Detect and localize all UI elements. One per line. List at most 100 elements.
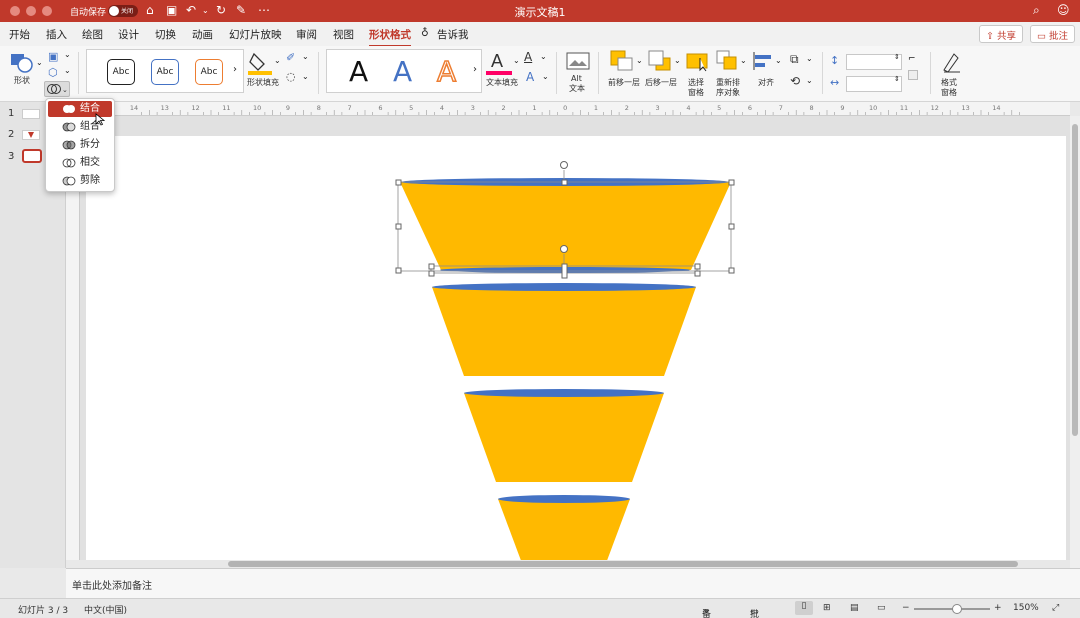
zoom-in-button[interactable]: + — [994, 603, 1002, 613]
tab-draw[interactable]: 绘图 — [82, 27, 103, 42]
resize-handle[interactable] — [428, 263, 435, 270]
slide-thumbnail-1[interactable] — [22, 109, 40, 119]
zoom-out-button[interactable]: − — [902, 603, 910, 613]
shape-effects-icon[interactable]: ◌ — [286, 70, 296, 83]
tab-slideshow[interactable]: 幻灯片放映 — [229, 27, 282, 42]
textbox-dropdown-icon[interactable]: ⌄ — [64, 50, 71, 59]
tab-shape-format[interactable]: 形状格式 — [369, 27, 411, 47]
wordart-black[interactable]: A — [349, 54, 368, 90]
search-icon[interactable]: ⌕ — [1033, 3, 1040, 18]
resize-handle[interactable] — [728, 267, 735, 274]
resize-handle[interactable] — [395, 179, 402, 186]
edit-dropdown-icon[interactable]: ⌄ — [64, 66, 71, 75]
tab-transitions[interactable]: 切换 — [155, 27, 176, 42]
text-outline-dropdown-icon[interactable]: ⌄ — [540, 52, 547, 61]
scroll-thumb[interactable] — [1072, 124, 1078, 436]
funnel-segment-2-top[interactable] — [432, 283, 696, 291]
tab-insert[interactable]: 插入 — [46, 27, 67, 42]
funnel-segment-3[interactable] — [464, 393, 664, 482]
language-indicator[interactable]: 中文(中国) — [84, 603, 127, 616]
bring-forward-icon[interactable] — [610, 50, 634, 72]
horizontal-scrollbar[interactable] — [80, 560, 1070, 568]
menu-item-intersect[interactable]: 相交 — [48, 155, 112, 171]
text-fill-dropdown-icon[interactable]: ⌄ — [513, 56, 520, 65]
group-dropdown-icon[interactable]: ⌄ — [806, 54, 813, 63]
align-icon[interactable] — [752, 50, 774, 72]
resize-handle[interactable] — [395, 223, 402, 230]
tab-home[interactable]: 开始 — [9, 27, 30, 42]
reorder-objects-icon[interactable] — [716, 50, 740, 72]
scroll-thumb[interactable] — [228, 561, 1018, 567]
text-outline-icon[interactable]: A — [524, 50, 532, 64]
width-stepper-icon[interactable]: ⇕ — [894, 75, 900, 83]
resize-handle[interactable] — [428, 270, 435, 277]
menu-item-subtract[interactable]: 剪除 — [48, 173, 112, 189]
zoom-level[interactable]: 150% — [1013, 603, 1039, 613]
style-preset-1[interactable]: Abc — [107, 59, 135, 85]
resize-handle[interactable] — [694, 263, 701, 270]
text-effects-icon[interactable]: A — [526, 70, 534, 84]
tab-animations[interactable]: 动画 — [192, 27, 213, 42]
account-icon[interactable]: ☺ — [1057, 3, 1070, 17]
current-slide[interactable] — [86, 136, 1066, 560]
slide-thumbnail-3[interactable] — [22, 149, 42, 163]
style-preset-2[interactable]: Abc — [151, 59, 179, 85]
group-icon[interactable]: ⧉ — [790, 52, 799, 67]
shape-fill-dropdown-icon[interactable]: ⌄ — [274, 56, 281, 65]
fit-to-window-icon[interactable]: ⤢ — [1052, 603, 1059, 613]
resize-handle[interactable] — [395, 267, 402, 274]
reorder-dropdown-icon[interactable]: ⌄ — [740, 56, 747, 65]
zoom-slider-knob[interactable] — [952, 604, 962, 614]
tab-view[interactable]: 视图 — [333, 27, 354, 42]
rotate-dropdown-icon[interactable]: ⌄ — [806, 76, 813, 85]
text-fill-icon[interactable]: A — [486, 50, 512, 76]
resize-handle[interactable] — [561, 179, 568, 186]
funnel-segment-4[interactable] — [498, 499, 630, 560]
align-dropdown-icon[interactable]: ⌄ — [775, 56, 782, 65]
comment-button[interactable]: ▭ 批注 — [1030, 25, 1076, 43]
alt-text-icon[interactable] — [566, 52, 590, 72]
slideshow-icon[interactable]: ▭ — [877, 603, 886, 613]
rotate-handle[interactable] — [560, 161, 568, 169]
tab-tell-me[interactable]: 告诉我 — [437, 27, 469, 42]
wordart-next-icon[interactable]: › — [473, 64, 477, 75]
resize-handle[interactable] — [728, 223, 735, 230]
vertical-scrollbar[interactable] — [1070, 116, 1080, 568]
rotate-icon[interactable]: ⟲ — [790, 74, 800, 88]
outline-dropdown-icon[interactable]: ⌄ — [302, 52, 309, 61]
menu-item-fragment[interactable]: 拆分 — [48, 137, 112, 153]
resize-handle[interactable] — [728, 179, 735, 186]
shape-fill-icon[interactable] — [248, 50, 272, 76]
send-backward-dropdown-icon[interactable]: ⌄ — [674, 56, 681, 65]
gallery-next-icon[interactable]: › — [233, 64, 237, 75]
style-preset-3[interactable]: Abc — [195, 59, 223, 85]
bring-forward-dropdown-icon[interactable]: ⌄ — [636, 56, 643, 65]
tab-review[interactable]: 审阅 — [296, 27, 317, 42]
tab-design[interactable]: 设计 — [118, 27, 139, 42]
funnel-segment-3-top[interactable] — [464, 389, 664, 397]
lock-aspect-checkbox[interactable] — [908, 70, 918, 80]
notes-pane[interactable]: 单击此处添加备注 — [66, 568, 1080, 598]
selection-pane-icon[interactable] — [686, 50, 710, 72]
wordart-blue[interactable]: A — [393, 54, 412, 90]
shape-outline-icon[interactable]: ✐ — [286, 51, 295, 64]
slide-sorter-icon[interactable]: ⊞ — [823, 603, 831, 613]
text-box-icon[interactable]: ▣ — [48, 50, 58, 63]
shapes-dropdown-icon[interactable]: ⌄ — [36, 58, 43, 67]
funnel-segment-4-top[interactable] — [498, 495, 630, 503]
text-effects-dropdown-icon[interactable]: ⌄ — [542, 72, 549, 81]
send-backward-icon[interactable] — [648, 50, 672, 72]
height-stepper-icon[interactable]: ⇕ — [894, 53, 900, 61]
merge-shapes-button[interactable]: ⌄ — [44, 81, 70, 97]
funnel-segment-1[interactable] — [400, 182, 731, 270]
slide-thumbnail-2[interactable] — [22, 130, 40, 140]
wordart-orange-outline[interactable]: A — [436, 54, 457, 90]
normal-view-button[interactable]: ▯ — [795, 601, 813, 615]
share-button[interactable]: ⇪ 共享 — [979, 25, 1023, 43]
shapes-icon[interactable] — [10, 52, 34, 74]
funnel-segment-2[interactable] — [432, 287, 696, 376]
reading-view-icon[interactable]: ▤ — [850, 603, 859, 613]
format-pane-icon[interactable] — [940, 50, 962, 74]
edit-shape-icon[interactable]: ⬡ — [48, 66, 58, 79]
resize-handle[interactable] — [561, 263, 568, 279]
